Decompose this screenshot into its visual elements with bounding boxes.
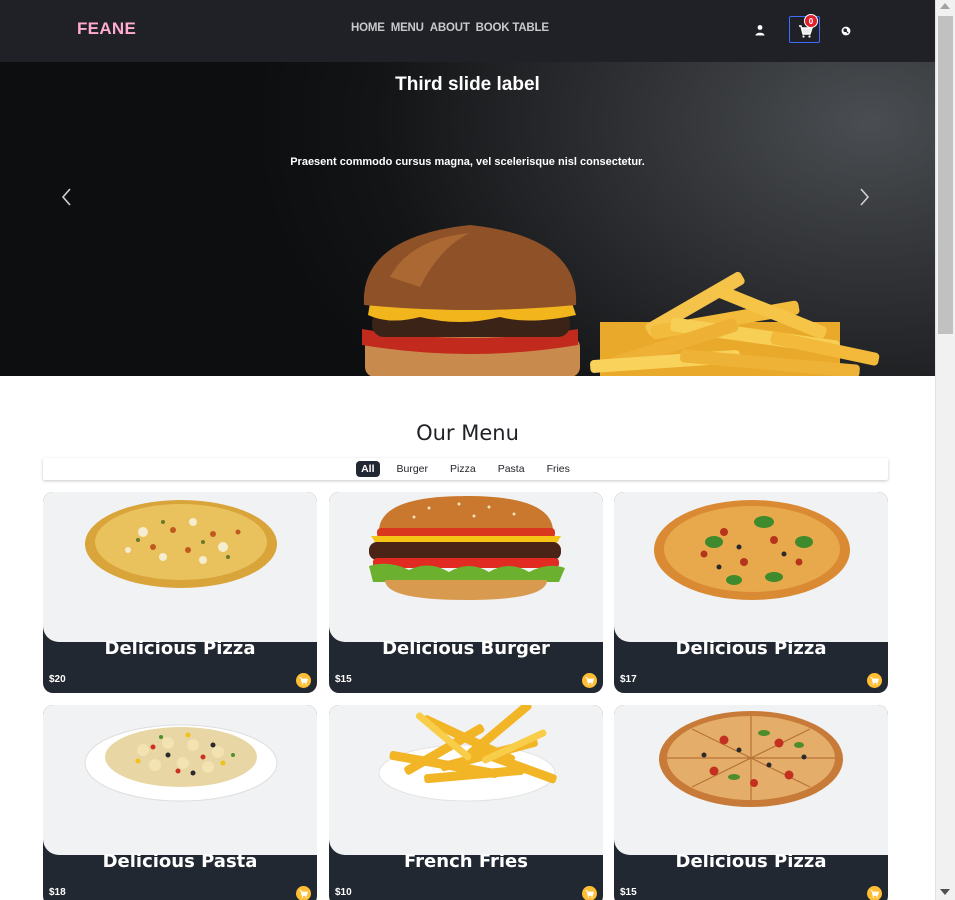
filter-fries[interactable]: Fries [542,461,575,477]
menu-item-title: Delicious Pasta [102,851,258,872]
cart-count-badge: 0 [804,14,818,28]
nav-about[interactable]: ABOUT [430,22,470,34]
chevron-left-icon [61,188,71,206]
user-icon[interactable] [753,23,767,37]
hero-carousel: Third slide label Praesent commodo cursu… [0,62,935,376]
cart-button[interactable]: 0 [789,14,820,43]
menu-item-title: Delicious Pizza [104,638,256,659]
vertical-scrollbar[interactable] [935,0,955,900]
menu-item-price: $10 [335,887,352,898]
add-to-cart-icon[interactable] [867,886,882,900]
search-icon[interactable] [840,24,852,36]
scroll-up-arrow-icon[interactable] [940,3,950,9]
site-header: FEANE HOME MENU ABOUT BOOK TABLE 0 [0,0,935,62]
carousel-next-button[interactable] [857,186,871,208]
menu-item-title: Delicious Burger [382,638,550,659]
nav-book-table[interactable]: BOOK TABLE [476,22,549,34]
hero-caption: Praesent commodo cursus magna, vel scele… [290,156,645,168]
main-nav: HOME MENU ABOUT BOOK TABLE [351,22,549,34]
fries-image [329,705,603,855]
menu-heading: Our Menu [416,421,519,445]
pasta-image [43,705,317,855]
filter-pizza[interactable]: Pizza [445,461,481,477]
menu-card[interactable]: Delicious Pizza $17 [614,492,888,693]
brand-logo[interactable]: FEANE [77,19,136,39]
pizza-image [614,705,888,855]
menu-card[interactable]: Delicious Pizza $20 [43,492,317,693]
chevron-right-icon [860,188,870,206]
menu-item-price: $17 [620,674,637,685]
add-to-cart-icon[interactable] [867,673,882,688]
menu-item-price: $18 [49,887,66,898]
menu-card[interactable]: French Fries $10 [329,705,603,900]
carousel-prev-button[interactable] [60,186,74,208]
filter-burger[interactable]: Burger [392,461,434,477]
nav-home[interactable]: HOME [351,22,385,34]
menu-item-price: $15 [620,887,637,898]
menu-filter-bar: All Burger Pizza Pasta Fries [43,458,888,480]
nav-menu[interactable]: MENU [391,22,424,34]
add-to-cart-icon[interactable] [296,886,311,900]
menu-card[interactable]: Delicious Pizza $15 [614,705,888,900]
add-to-cart-icon[interactable] [296,673,311,688]
pizza-image [43,492,317,642]
menu-item-title: Delicious Pizza [675,851,827,872]
menu-item-title: French Fries [404,851,528,872]
menu-item-price: $20 [49,674,66,685]
add-to-cart-icon[interactable] [582,886,597,900]
pizza-image [614,492,888,642]
menu-card[interactable]: Delicious Burger $15 [329,492,603,693]
menu-item-price: $15 [335,674,352,685]
add-to-cart-icon[interactable] [582,673,597,688]
filter-pasta[interactable]: Pasta [493,461,530,477]
menu-card[interactable]: Delicious Pasta $18 [43,705,317,900]
filter-all[interactable]: All [356,461,380,477]
menu-item-title: Delicious Pizza [675,638,827,659]
burger-image [329,492,603,642]
hero-title: Third slide label [395,74,540,95]
scroll-down-arrow-icon[interactable] [940,889,950,895]
page: FEANE HOME MENU ABOUT BOOK TABLE 0 Third… [0,0,935,900]
scroll-thumb[interactable] [938,16,953,334]
burger-fries-image [362,225,880,376]
